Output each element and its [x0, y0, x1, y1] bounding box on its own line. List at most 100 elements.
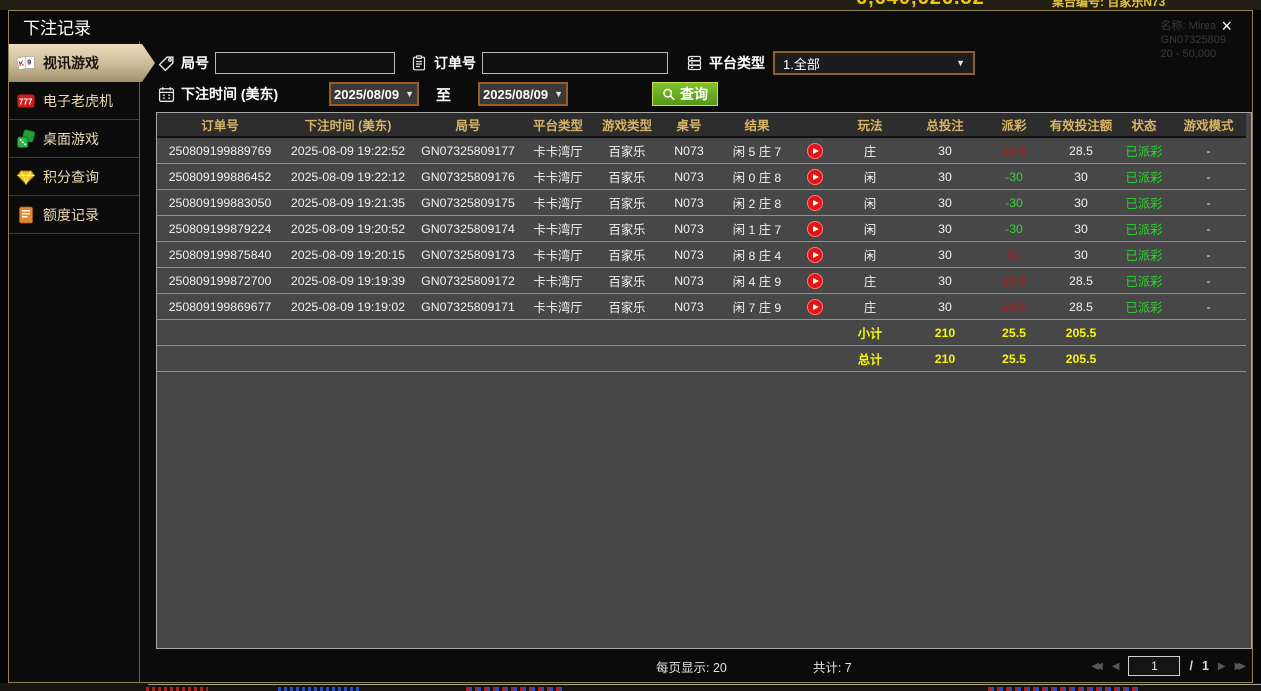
order-number-cell: 250809199886452 — [157, 164, 283, 190]
game-mode-cell: - — [1171, 294, 1246, 320]
search-button[interactable]: 查询 — [652, 82, 718, 106]
payout-cell: 28.5 — [983, 294, 1045, 320]
empty-cell — [593, 320, 661, 346]
total-bet-cell: 30 — [907, 294, 983, 320]
order-number-cell: 250809199872700 — [157, 268, 283, 294]
sidebar-item-quota-record[interactable]: 额度记录 — [9, 196, 139, 234]
game-type-cell: 百家乐 — [593, 190, 661, 216]
page-number-input[interactable] — [1128, 656, 1180, 676]
server-stack-icon — [684, 53, 704, 73]
bet-type-cell: 闲 — [833, 164, 907, 190]
empty-cell — [523, 346, 593, 372]
round-number-cell: GN07325809177 — [413, 137, 523, 164]
replay-cell — [797, 294, 833, 320]
valid-bet-sum: 205.5 — [1045, 346, 1117, 372]
empty-cell — [157, 320, 283, 346]
filter-row-2: 下注时间 (美东) 2025/08/09 ▼ 至 2025/08/09 ▼ 查询 — [156, 81, 1252, 107]
dialog-title: 下注记录 — [23, 14, 91, 39]
bet-type-cell: 闲 — [833, 190, 907, 216]
gem-icon — [16, 167, 36, 187]
replay-play-icon[interactable] — [807, 221, 823, 237]
pager-controls: ◀◀ ◀ / 1 ▶ ▶▶ — [1091, 656, 1252, 676]
order-number-input[interactable] — [482, 52, 668, 74]
sidebar-item-label: 桌面游戏 — [43, 129, 99, 149]
empty-cell — [1117, 346, 1171, 372]
status-cell: 已派彩 — [1117, 216, 1171, 242]
order-number-cell: 250809199883050 — [157, 190, 283, 216]
sidebar-item-slots[interactable]: 777电子老虎机 — [9, 82, 139, 120]
game-mode-cell: - — [1171, 137, 1246, 164]
status-cell: 已派彩 — [1117, 268, 1171, 294]
pagination-bar: 每页显示: 20 共计: 7 ◀◀ ◀ / 1 ▶ ▶▶ — [156, 654, 1252, 678]
replay-play-icon[interactable] — [807, 247, 823, 263]
replay-play-icon[interactable] — [807, 195, 823, 211]
status-badge: 已派彩 — [1126, 275, 1163, 289]
result-cell: 闲 2 庄 8 — [717, 190, 797, 216]
chevron-down-icon: ▼ — [956, 58, 965, 68]
table-number-cell: N073 — [661, 268, 717, 294]
status-cell: 已派彩 — [1117, 164, 1171, 190]
round-number-cell: GN07325809173 — [413, 242, 523, 268]
game-mode-cell: - — [1171, 216, 1246, 242]
order-number-label: 订单号 — [409, 53, 476, 73]
column-header-1: 下注时间 (美东) — [283, 113, 413, 137]
empty-cell — [157, 346, 283, 372]
bet-time-cell: 2025-08-09 19:20:52 — [283, 216, 413, 242]
table-row: 2508091998792242025-08-09 19:20:52GN0732… — [157, 216, 1246, 242]
column-header-0: 订单号 — [157, 113, 283, 137]
date-from-picker[interactable]: 2025/08/09 ▼ — [329, 82, 419, 106]
result-cell: 闲 4 庄 9 — [717, 268, 797, 294]
last-page-icon[interactable]: ▶▶ — [1235, 661, 1246, 672]
game-type-cell: 百家乐 — [593, 268, 661, 294]
sidebar-item-points-query[interactable]: 积分查询 — [9, 158, 139, 196]
sidebar-item-label: 额度记录 — [43, 205, 99, 225]
bet-time-cell: 2025-08-09 19:22:12 — [283, 164, 413, 190]
platform-type-value: 1.全部 — [783, 54, 820, 73]
platform-cell: 卡卡湾厅 — [523, 268, 593, 294]
total-bet-cell: 30 — [907, 164, 983, 190]
sidebar-item-video-games[interactable]: K9视讯游戏 — [9, 44, 155, 82]
column-header-10: 派彩 — [983, 113, 1045, 137]
platform-type-select[interactable]: 1.全部 ▼ — [773, 51, 975, 75]
empty-cell — [593, 346, 661, 372]
game-mode-cell: - — [1171, 242, 1246, 268]
close-icon[interactable]: × — [1215, 17, 1238, 35]
game-type-cell: 百家乐 — [593, 216, 661, 242]
table-row: 2508091998830502025-08-09 19:21:35GN0732… — [157, 190, 1246, 216]
first-page-icon[interactable]: ◀◀ — [1091, 661, 1102, 672]
sidebar-item-table-games[interactable]: 桌面游戏 — [9, 120, 139, 158]
prev-page-icon[interactable]: ◀ — [1112, 661, 1120, 672]
sidebar: K9视讯游戏777电子老虎机桌面游戏积分查询额度记录 — [9, 41, 140, 682]
chevron-down-icon: ▼ — [405, 89, 414, 99]
round-number-input[interactable] — [215, 52, 395, 74]
column-header-7 — [797, 113, 833, 137]
platform-cell: 卡卡湾厅 — [523, 294, 593, 320]
page-separator: / — [1189, 659, 1192, 673]
replay-play-icon[interactable] — [807, 273, 823, 289]
roadmap-dashes — [466, 687, 562, 691]
replay-play-icon[interactable] — [807, 299, 823, 315]
replay-play-icon[interactable] — [807, 169, 823, 185]
status-cell: 已派彩 — [1117, 190, 1171, 216]
date-to-picker[interactable]: 2025/08/09 ▼ — [478, 82, 568, 106]
table-row: 2508091998727002025-08-09 19:19:39GN0732… — [157, 268, 1246, 294]
table-row: 2508091998696772025-08-09 19:19:02GN0732… — [157, 294, 1246, 320]
total-count-label: 共计: 7 — [813, 657, 852, 676]
platform-cell: 卡卡湾厅 — [523, 242, 593, 268]
valid-bet-cell: 30 — [1045, 190, 1117, 216]
tag-icon — [156, 53, 176, 73]
platform-cell: 卡卡湾厅 — [523, 216, 593, 242]
game-type-cell: 百家乐 — [593, 294, 661, 320]
bet-time-label: 下注时间 (美东) — [156, 84, 319, 104]
result-cell: 闲 8 庄 4 — [717, 242, 797, 268]
column-header-2: 局号 — [413, 113, 523, 137]
next-page-icon[interactable]: ▶ — [1218, 661, 1226, 672]
bet-time-cell: 2025-08-09 19:22:52 — [283, 137, 413, 164]
replay-play-icon[interactable] — [807, 143, 823, 159]
status-badge: 已派彩 — [1126, 145, 1163, 159]
round-number-cell: GN07325809171 — [413, 294, 523, 320]
empty-cell — [661, 320, 717, 346]
round-number-cell: GN07325809175 — [413, 190, 523, 216]
clipboard-icon — [409, 53, 429, 73]
per-page-label: 每页显示: 20 — [656, 657, 727, 676]
